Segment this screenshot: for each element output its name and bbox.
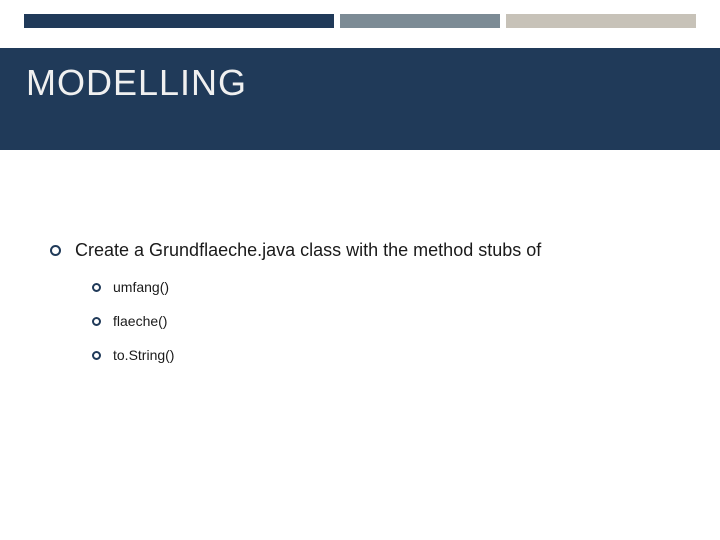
bullet-text: to.String() xyxy=(113,347,174,363)
top-accent-bars xyxy=(0,14,720,30)
bullet-text: umfang() xyxy=(113,279,169,295)
accent-bar-middle xyxy=(340,14,500,28)
bullet-text: flaeche() xyxy=(113,313,167,329)
sub-bullets: umfang() flaeche() to.String() xyxy=(50,279,680,363)
bullet-level-1: Create a Grundflaeche.java class with th… xyxy=(50,240,680,261)
bullet-ring-icon xyxy=(92,351,101,360)
bullet-level-2: to.String() xyxy=(92,347,680,363)
bullet-text: Create a Grundflaeche.java class with th… xyxy=(75,240,541,261)
bullet-level-2: flaeche() xyxy=(92,313,680,329)
slide-title: MODELLING xyxy=(26,62,247,104)
bullet-level-2: umfang() xyxy=(92,279,680,295)
bullet-ring-icon xyxy=(50,245,61,256)
title-band: MODELLING xyxy=(0,48,720,150)
accent-bar-right xyxy=(506,14,696,28)
slide-body: Create a Grundflaeche.java class with th… xyxy=(50,240,680,381)
slide: MODELLING Create a Grundflaeche.java cla… xyxy=(0,0,720,540)
bullet-ring-icon xyxy=(92,317,101,326)
accent-bar-left xyxy=(24,14,334,28)
bullet-ring-icon xyxy=(92,283,101,292)
